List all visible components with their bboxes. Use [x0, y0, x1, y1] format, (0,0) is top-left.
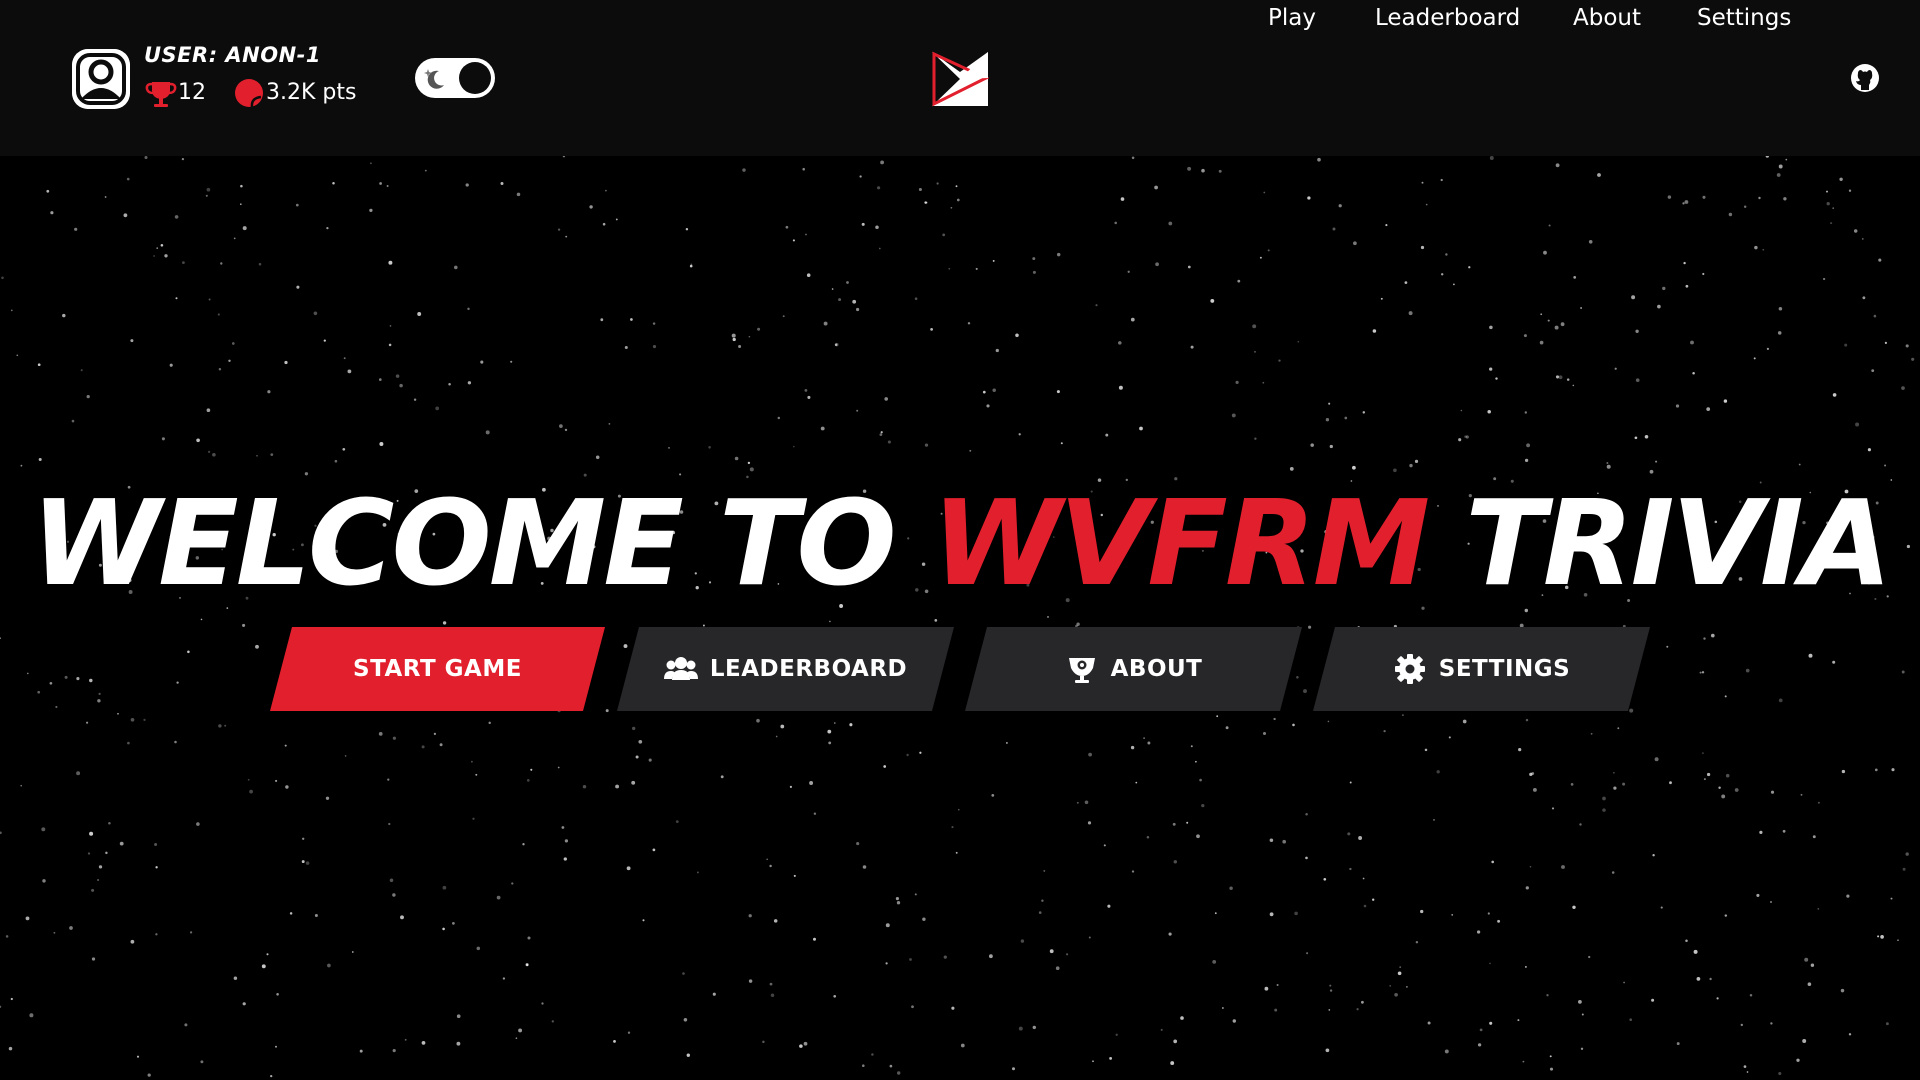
app-root: USER: ANON-1 12 3.2K pts Play Leaderboar… — [0, 0, 1920, 1080]
start-game-button[interactable]: START GAME — [270, 627, 605, 711]
points-value: 3.2K pts — [266, 80, 357, 105]
leaderboard-button-label: LEADERBOARD — [709, 656, 908, 682]
leaderboard-button[interactable]: LEADERBOARD — [617, 627, 954, 711]
about-button-label: ABOUT — [1110, 656, 1203, 682]
hero-title-accent: WVFRM — [931, 474, 1430, 612]
points-stat: 3.2K pts — [232, 76, 356, 110]
user-info: USER: ANON-1 12 3.2K pts — [144, 43, 356, 110]
trophy-icon — [144, 76, 178, 110]
settings-button-label: SETTINGS — [1438, 656, 1571, 682]
wvfrm-logo[interactable] — [928, 48, 992, 110]
github-icon[interactable] — [1850, 63, 1880, 93]
moon-icon — [424, 69, 444, 89]
start-game-label: START GAME — [353, 656, 522, 682]
user-profile[interactable]: USER: ANON-1 12 3.2K pts — [72, 43, 356, 110]
username-label: USER: ANON-1 — [144, 43, 321, 67]
points-icon — [232, 76, 266, 110]
toggle-knob[interactable] — [459, 62, 491, 94]
user-avatar-icon[interactable] — [72, 49, 130, 109]
top-header: USER: ANON-1 12 3.2K pts Play Leaderboar… — [0, 0, 1920, 156]
hero-title-prefix: WELCOME TO — [30, 474, 932, 612]
badge-icon — [1065, 654, 1099, 684]
hero-title: WELCOME TO WVFRM TRIVIA — [0, 478, 1920, 608]
nav-play[interactable]: Play — [1268, 0, 1316, 36]
settings-button[interactable]: SETTINGS — [1313, 627, 1650, 711]
users-icon — [664, 654, 698, 684]
hero-title-suffix: TRIVIA — [1427, 474, 1892, 612]
nav-leaderboard[interactable]: Leaderboard — [1375, 0, 1520, 36]
nav-settings[interactable]: Settings — [1697, 0, 1791, 36]
theme-toggle[interactable] — [415, 58, 495, 98]
gear-icon — [1393, 654, 1427, 684]
trophy-count: 12 — [178, 80, 206, 105]
trophy-stat: 12 — [144, 76, 206, 110]
starfield-background — [0, 156, 1915, 1078]
user-stats: 12 3.2K pts — [144, 76, 356, 110]
nav-about[interactable]: About — [1573, 0, 1641, 36]
about-button[interactable]: ABOUT — [965, 627, 1302, 711]
